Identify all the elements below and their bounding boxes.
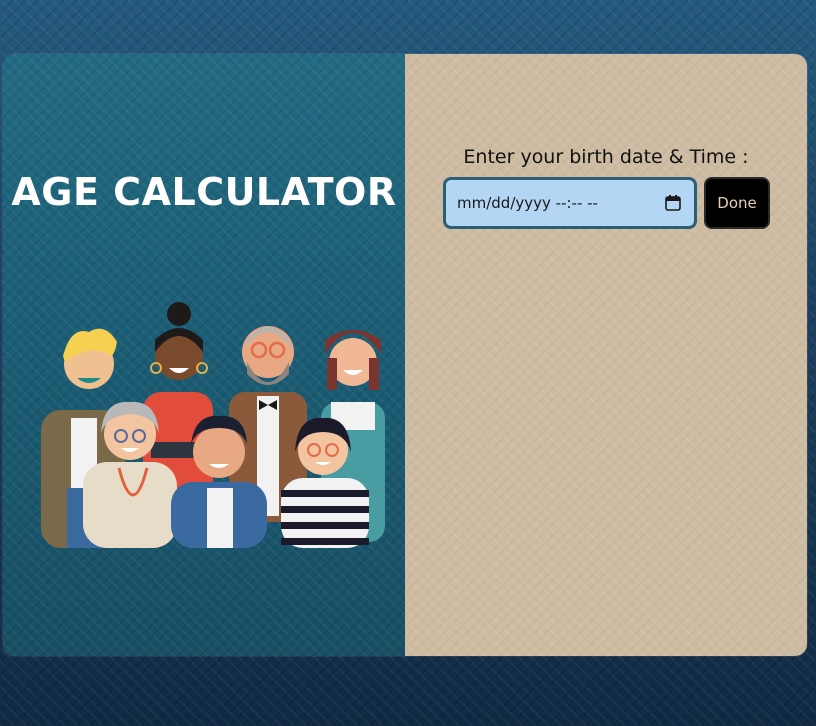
people-illustration: [41, 302, 385, 548]
app-title: AGE CALCULATOR: [11, 170, 397, 214]
done-button[interactable]: Done: [704, 177, 770, 229]
birth-date-prompt: Enter your birth date & Time :: [463, 146, 749, 168]
datetime-placeholder: mm/dd/yyyy --:-- --: [457, 194, 598, 212]
calendar-icon[interactable]: [664, 194, 682, 212]
left-panel: AGE CALCULATOR: [3, 54, 405, 656]
age-calculator-card: AGE CALCULATOR Enter your birth date & T…: [3, 54, 807, 656]
right-panel: Enter your birth date & Time : mm/dd/yyy…: [405, 54, 807, 656]
birth-datetime-input[interactable]: mm/dd/yyyy --:-- --: [443, 177, 697, 229]
